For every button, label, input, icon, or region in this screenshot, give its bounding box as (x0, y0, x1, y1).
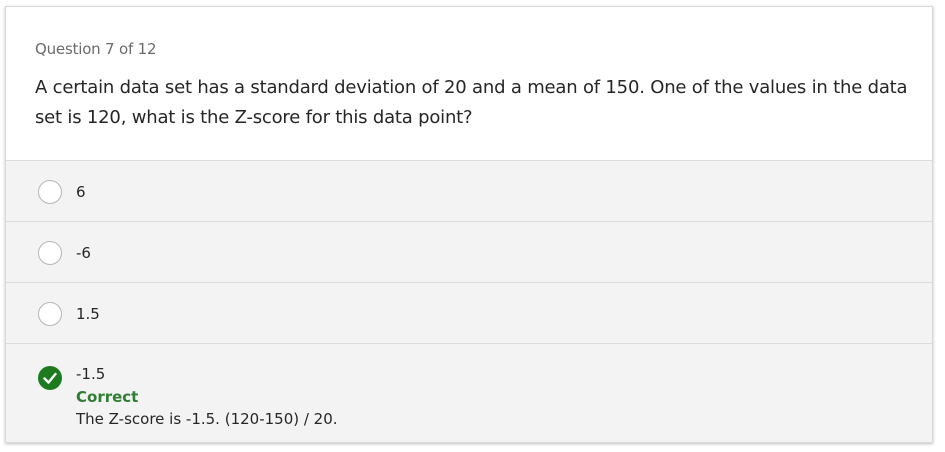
answer-option-label: 1.5 (76, 305, 100, 323)
feedback-status: Correct (76, 388, 139, 406)
answer-option-label: 6 (76, 183, 86, 201)
checkmark-icon (38, 366, 62, 390)
answer-option-label: -6 (76, 244, 91, 262)
feedback-explanation: The Z-score is -1.5. (120-150) / 20. (76, 410, 338, 428)
answer-option-2[interactable]: -6 (6, 221, 932, 283)
answer-option-3[interactable]: 1.5 (6, 282, 932, 344)
radio-button-icon[interactable] (38, 180, 62, 204)
answer-option-label: -1.5 (76, 365, 106, 383)
question-header: Question 7 of 12 A certain data set has … (6, 7, 932, 160)
answer-option-1[interactable]: 6 (6, 160, 932, 222)
radio-button-icon[interactable] (38, 241, 62, 265)
question-text: A certain data set has a standard deviat… (35, 77, 908, 128)
answer-option-4[interactable]: -1.5 Correct The Z-score is -1.5. (120-1… (6, 343, 932, 442)
question-card: Question 7 of 12 A certain data set has … (5, 6, 933, 443)
question-counter: Question 7 of 12 (35, 40, 157, 58)
radio-button-icon[interactable] (38, 302, 62, 326)
